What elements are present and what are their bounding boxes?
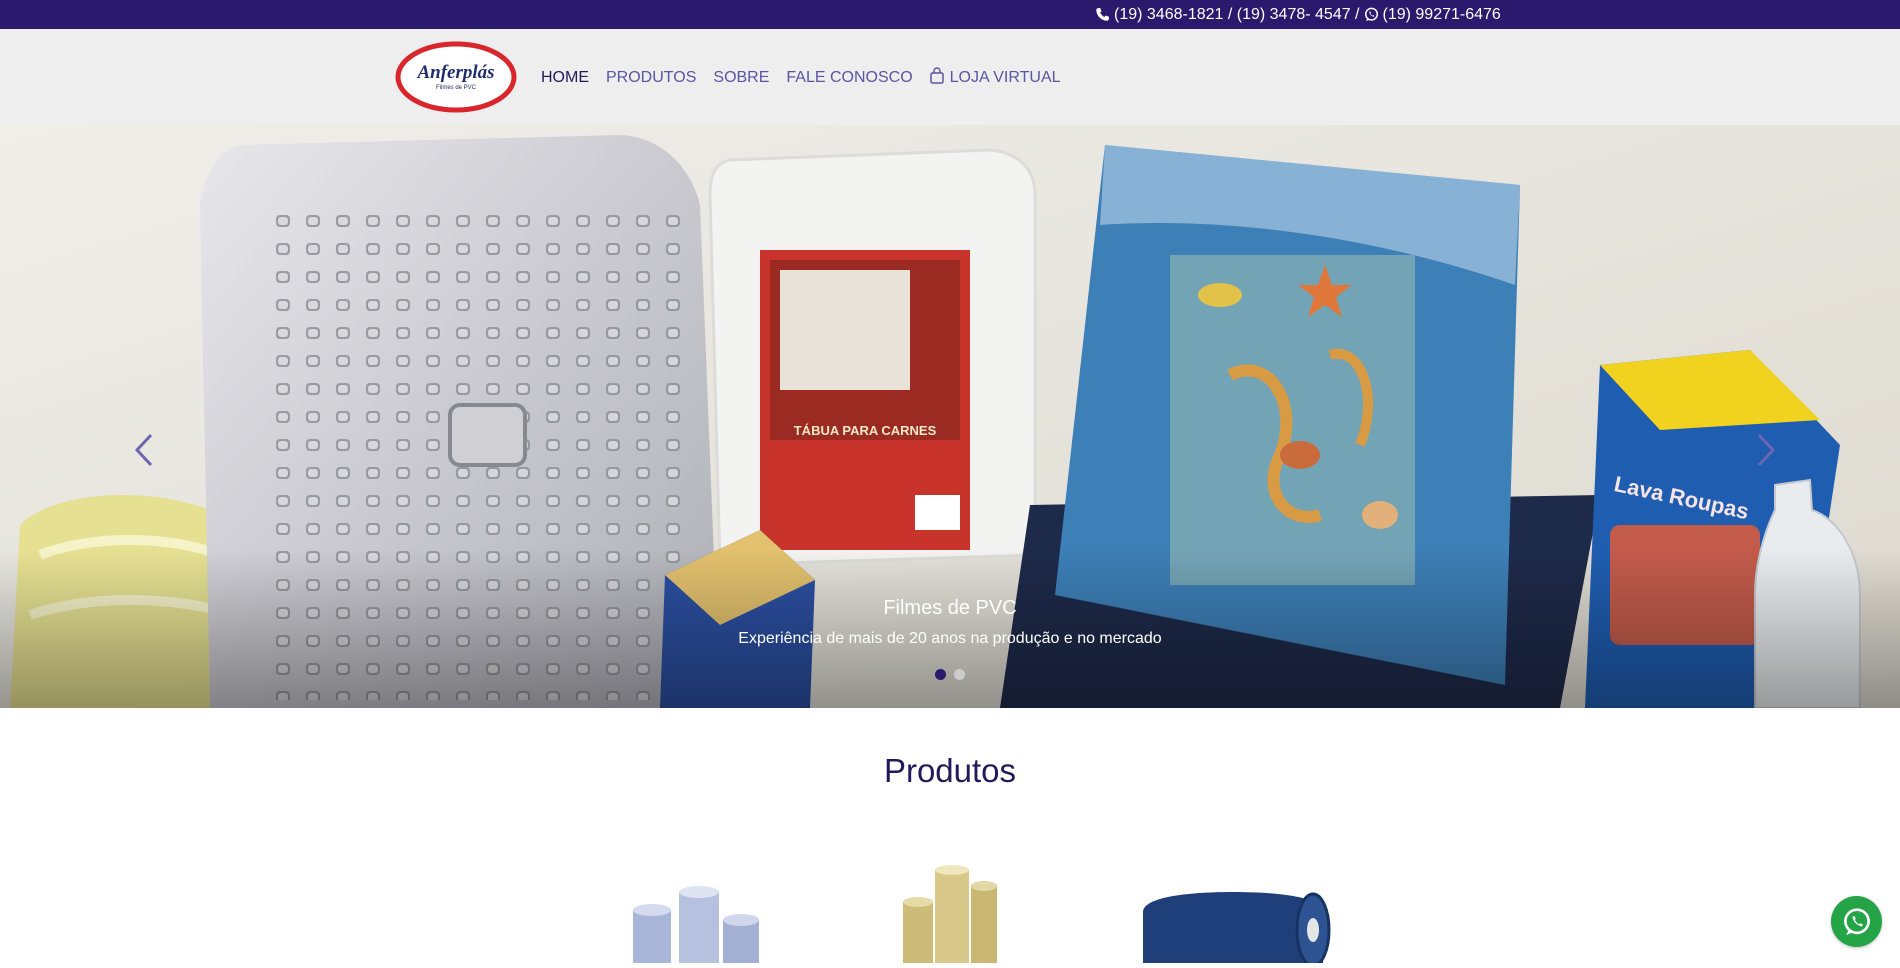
nav-loja-virtual[interactable]: LOJA VIRTUAL bbox=[929, 67, 1061, 89]
top-contact-bar: (19) 3468-1821 / (19) 3478- 4547 / (19) … bbox=[0, 0, 1900, 29]
nav-produtos-label: PRODUTOS bbox=[606, 69, 697, 86]
slide-indicator-1[interactable] bbox=[935, 669, 946, 680]
whatsapp-number[interactable]: (19) 99271-6476 bbox=[1383, 6, 1501, 24]
whatsapp-icon bbox=[1843, 907, 1870, 935]
shopping-bag-icon bbox=[929, 67, 944, 89]
hero-shade bbox=[0, 548, 1900, 708]
cutting-board-label: TÁBUA PARA CARNES bbox=[794, 423, 937, 438]
chevron-right-icon bbox=[1757, 433, 1776, 467]
nav-home-label: HOME bbox=[541, 69, 589, 86]
phone-numbers[interactable]: (19) 3468-1821 / (19) 3478- 4547 / bbox=[1114, 6, 1360, 24]
nav-produtos[interactable]: PRODUTOS bbox=[606, 67, 696, 89]
nav-fale-conosco[interactable]: FALE CONOSCO bbox=[786, 67, 912, 89]
contact-info: (19) 3468-1821 / (19) 3478- 4547 / (19) … bbox=[1095, 0, 1501, 29]
chevron-left-icon bbox=[134, 433, 153, 467]
nav-home[interactable]: HOME bbox=[541, 67, 589, 89]
site-header: Anferplás Filmes de PVC HOME PRODUTOS SO… bbox=[0, 29, 1900, 125]
next-slide-button[interactable] bbox=[1746, 425, 1786, 475]
logo-tagline: Filmes de PVC bbox=[436, 85, 477, 91]
hero-title: Filmes de PVC bbox=[883, 597, 1017, 619]
whatsapp-icon bbox=[1364, 7, 1379, 22]
products-title: Produtos bbox=[883, 752, 1017, 789]
nav-loja-virtual-label: LOJA VIRTUAL bbox=[949, 69, 1061, 86]
logo[interactable]: Anferplás Filmes de PVC bbox=[395, 41, 517, 113]
nav-fale-conosco-label: FALE CONOSCO bbox=[786, 69, 913, 86]
slide-indicators bbox=[935, 669, 965, 680]
nav-sobre-label: SOBRE bbox=[713, 69, 770, 86]
prev-slide-button[interactable] bbox=[124, 425, 164, 475]
product-image-3[interactable] bbox=[1133, 862, 1338, 968]
whatsapp-chat-button[interactable] bbox=[1831, 896, 1882, 947]
hero-slider: TÁBUA PARA CARNES Lava Roupas Filmes de … bbox=[0, 125, 1900, 708]
phone-icon bbox=[1095, 7, 1110, 22]
main-nav: HOME PRODUTOS SOBRE FALE CONOSCO LOJA VI… bbox=[541, 67, 1061, 89]
product-image-1[interactable] bbox=[617, 862, 767, 968]
product-image-2[interactable] bbox=[893, 862, 1003, 968]
hero-subtitle: Experiência de mais de 20 anos na produç… bbox=[738, 630, 1162, 647]
nav-sobre[interactable]: SOBRE bbox=[713, 67, 769, 89]
slide-indicator-2[interactable] bbox=[954, 669, 965, 680]
logo-brand: Anferplás bbox=[416, 62, 494, 83]
